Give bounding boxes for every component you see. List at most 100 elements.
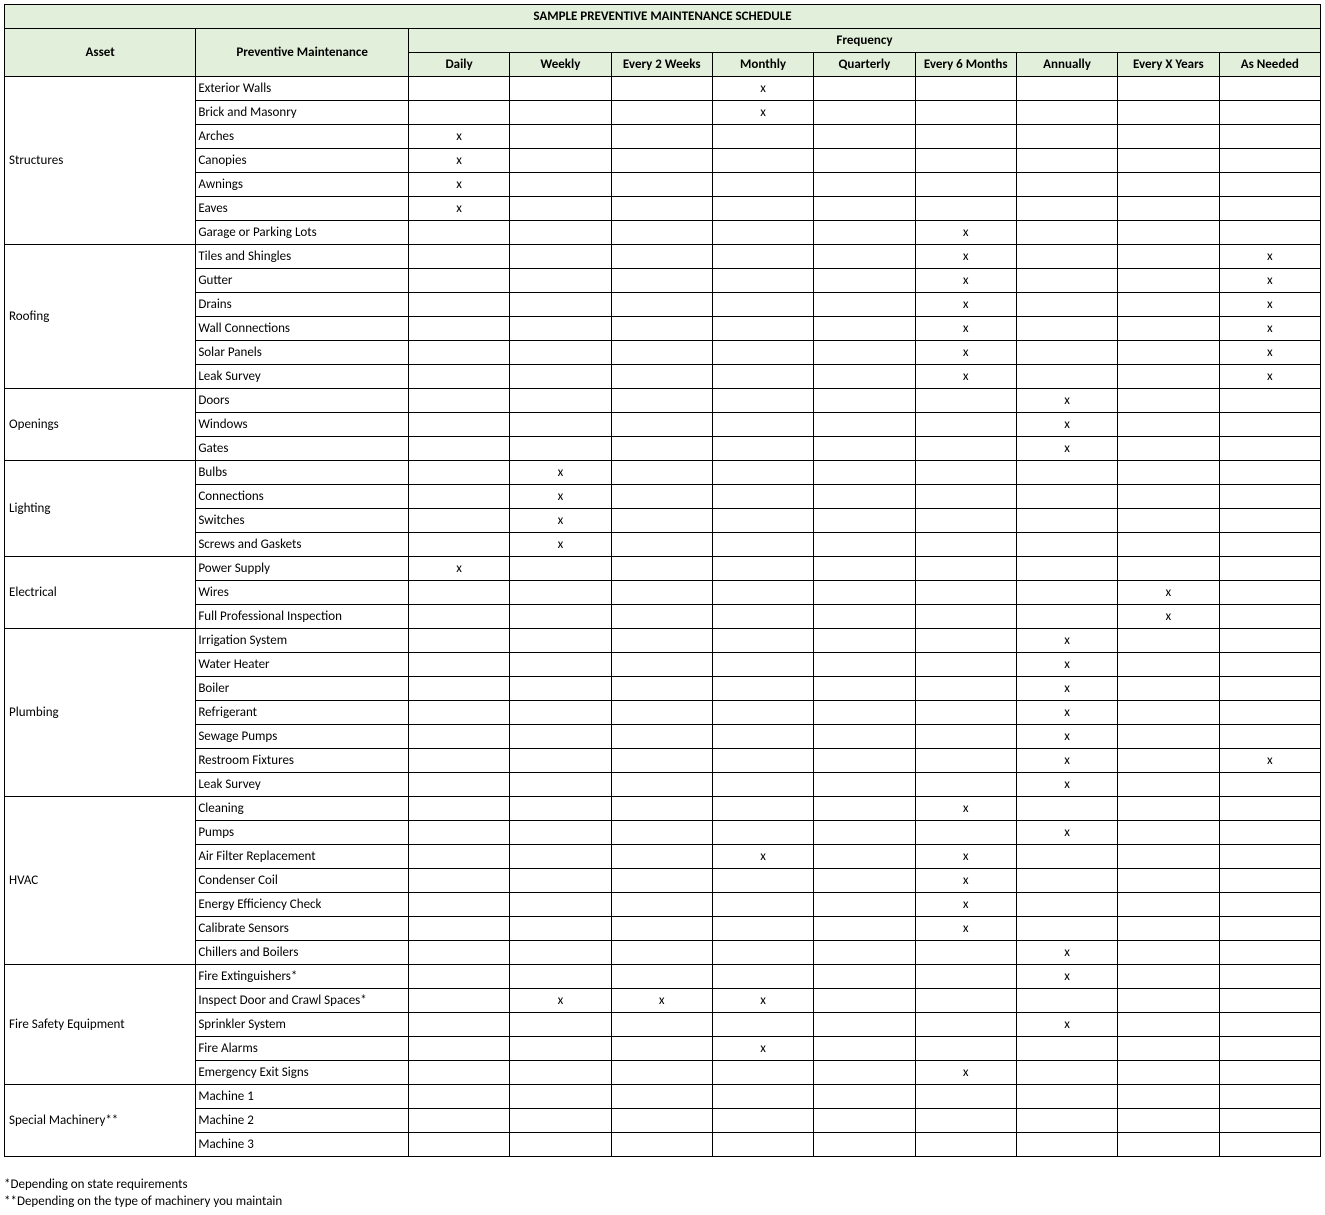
freq-cell	[408, 389, 509, 413]
freq-cell	[712, 1133, 813, 1157]
freq-cell	[915, 125, 1016, 149]
asset-cell: Electrical	[5, 557, 196, 629]
freq-cell	[814, 869, 915, 893]
freq-cell	[408, 1013, 509, 1037]
freq-cell	[712, 389, 813, 413]
pm-cell: Leak Survey	[196, 773, 409, 797]
freq-cell	[510, 821, 611, 845]
freq-cell	[814, 149, 915, 173]
freq-cell	[510, 605, 611, 629]
freq-cell	[712, 1085, 813, 1109]
freq-cell: x	[1016, 725, 1117, 749]
col-freq-3: Monthly	[712, 53, 813, 77]
pm-cell: Garage or Parking Lots	[196, 221, 409, 245]
freq-cell	[712, 893, 813, 917]
freq-cell	[1016, 533, 1117, 557]
freq-cell	[712, 773, 813, 797]
freq-cell: x	[510, 533, 611, 557]
freq-cell	[611, 725, 712, 749]
freq-cell	[915, 461, 1016, 485]
freq-cell	[814, 245, 915, 269]
freq-cell	[408, 989, 509, 1013]
freq-cell	[814, 941, 915, 965]
asset-cell: Lighting	[5, 461, 196, 557]
freq-cell	[510, 701, 611, 725]
freq-cell	[915, 509, 1016, 533]
asset-cell: Openings	[5, 389, 196, 461]
freq-cell	[1219, 677, 1320, 701]
pm-cell: Full Professional Inspection	[196, 605, 409, 629]
freq-cell	[611, 293, 712, 317]
pm-cell: Machine 3	[196, 1133, 409, 1157]
freq-cell	[712, 725, 813, 749]
table-row: OpeningsDoorsx	[5, 389, 1321, 413]
freq-cell	[814, 1061, 915, 1085]
freq-cell	[712, 965, 813, 989]
freq-cell: x	[915, 365, 1016, 389]
freq-cell	[1118, 1013, 1219, 1037]
col-freq-8: As Needed	[1219, 53, 1320, 77]
freq-cell	[510, 293, 611, 317]
freq-cell: x	[1118, 605, 1219, 629]
freq-cell	[814, 413, 915, 437]
table-row: HVACCleaningx	[5, 797, 1321, 821]
freq-cell	[1016, 221, 1117, 245]
table-row: Machine 2	[5, 1109, 1321, 1133]
table-row: Solar Panelsxx	[5, 341, 1321, 365]
freq-cell	[712, 581, 813, 605]
freq-cell	[1016, 869, 1117, 893]
freq-cell	[915, 605, 1016, 629]
pm-cell: Screws and Gaskets	[196, 533, 409, 557]
freq-cell	[1118, 725, 1219, 749]
freq-cell	[1118, 437, 1219, 461]
freq-cell	[1118, 341, 1219, 365]
table-row: Refrigerantx	[5, 701, 1321, 725]
freq-cell	[611, 749, 712, 773]
table-row: Gatesx	[5, 437, 1321, 461]
freq-cell	[510, 965, 611, 989]
freq-cell	[1118, 317, 1219, 341]
freq-cell	[1118, 269, 1219, 293]
freq-cell	[1016, 1037, 1117, 1061]
table-row: Brick and Masonryx	[5, 101, 1321, 125]
freq-cell: x	[712, 845, 813, 869]
table-row: LightingBulbsx	[5, 461, 1321, 485]
freq-cell	[611, 437, 712, 461]
freq-cell: x	[1016, 821, 1117, 845]
freq-cell	[915, 989, 1016, 1013]
freq-cell	[1118, 365, 1219, 389]
freq-cell	[1219, 485, 1320, 509]
freq-cell: x	[915, 1061, 1016, 1085]
freq-cell	[1219, 725, 1320, 749]
freq-cell	[1118, 869, 1219, 893]
freq-cell	[408, 269, 509, 293]
table-row: Machine 3	[5, 1133, 1321, 1157]
freq-cell	[915, 485, 1016, 509]
freq-cell: x	[915, 245, 1016, 269]
pm-cell: Restroom Fixtures	[196, 749, 409, 773]
freq-cell	[814, 749, 915, 773]
freq-cell	[915, 1085, 1016, 1109]
freq-cell	[1118, 125, 1219, 149]
pm-cell: Sewage Pumps	[196, 725, 409, 749]
freq-cell	[1219, 581, 1320, 605]
freq-cell: x	[1219, 317, 1320, 341]
freq-cell	[611, 509, 712, 533]
freq-cell	[408, 677, 509, 701]
footnotes: *Depending on state requirements**Depend…	[4, 1177, 1321, 1209]
freq-cell	[1219, 1061, 1320, 1085]
freq-cell: x	[1016, 677, 1117, 701]
freq-cell	[915, 557, 1016, 581]
freq-cell	[510, 317, 611, 341]
freq-cell	[1118, 821, 1219, 845]
freq-cell	[611, 1061, 712, 1085]
table-row: Gutterxx	[5, 269, 1321, 293]
freq-cell	[510, 149, 611, 173]
col-freq-2: Every 2 Weeks	[611, 53, 712, 77]
freq-cell	[814, 1037, 915, 1061]
freq-cell	[510, 869, 611, 893]
freq-cell	[611, 965, 712, 989]
col-freq: Frequency	[408, 29, 1320, 53]
freq-cell	[712, 1109, 813, 1133]
freq-cell	[1118, 1085, 1219, 1109]
